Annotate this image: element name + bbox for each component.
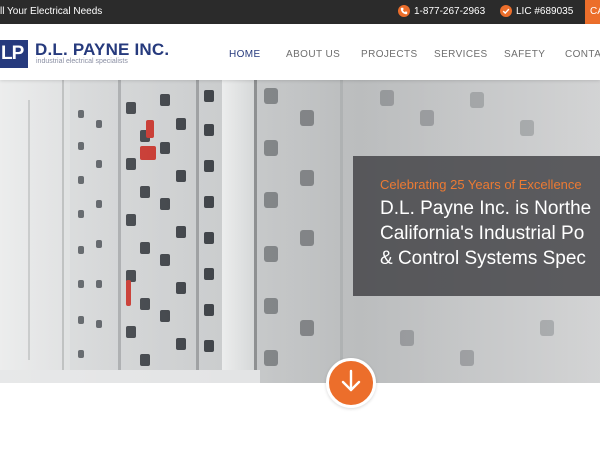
nav-projects[interactable]: PROJECTS [361, 49, 418, 60]
tagline: ll Your Electrical Needs [0, 6, 103, 17]
logo-mark: LP [0, 40, 28, 68]
top-bar: ll Your Electrical Needs 1-877-267-2963 … [0, 0, 600, 24]
arrow-down-icon [340, 369, 362, 398]
nav-home[interactable]: HOME [229, 49, 261, 60]
hero-eyebrow: Celebrating 25 Years of Excellence [380, 177, 582, 192]
nav-contact[interactable]: CONTAC [565, 49, 600, 60]
scroll-down-button[interactable] [326, 358, 376, 408]
hero-text-panel: Celebrating 25 Years of Excellence D.L. … [353, 156, 600, 296]
nav-about-us[interactable]: ABOUT US [286, 49, 340, 60]
license-info: LIC #689035 [500, 5, 573, 17]
company-name: D.L. PAYNE INC. [35, 40, 170, 59]
nav-services[interactable]: SERVICES [434, 49, 488, 60]
company-subtitle: industrial electrical specialists [36, 58, 128, 65]
hero-banner: Celebrating 25 Years of Excellence D.L. … [0, 80, 600, 383]
phone-icon [398, 5, 410, 17]
hero-headline-line-2: California's Industrial Po [380, 223, 585, 244]
hero-headline-line-3: & Control Systems Spec [380, 248, 586, 269]
nav-safety[interactable]: SAFETY [504, 49, 545, 60]
site-header: LP D.L. PAYNE INC. industrial electrical… [0, 24, 600, 80]
hero-headline-line-1: D.L. Payne Inc. is Northe [380, 198, 592, 219]
phone-number: 1-877-267-2963 [414, 5, 486, 17]
phone-link[interactable]: 1-877-267-2963 [398, 5, 485, 17]
license-number: LIC #689035 [516, 5, 574, 17]
check-icon [500, 5, 512, 17]
contact-cta-button[interactable]: CA [585, 0, 600, 24]
